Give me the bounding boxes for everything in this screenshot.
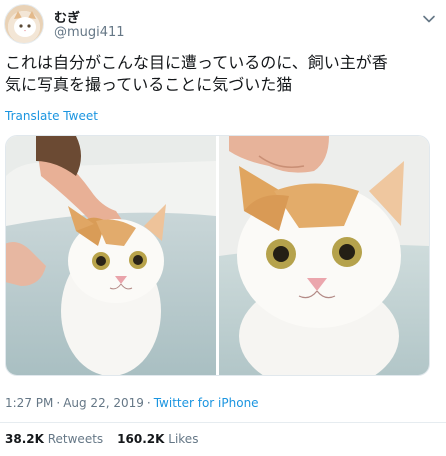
meta-separator: · [146,396,151,410]
likes-count: 160.2K [117,432,165,446]
meta-separator: · [56,396,61,410]
likes-stat[interactable]: 160.2K Likes [117,432,198,446]
tweet-card: むぎ @mugi411 これは自分がこんな目に遭っているのに、飼い主が香 気に写… [0,0,446,456]
tweet-media [5,135,430,376]
display-name[interactable]: むぎ [54,7,80,26]
retweets-label: Retweets [47,432,104,446]
photo-cat-in-bath-left[interactable] [6,136,216,375]
retweets-stat[interactable]: 38.2K Retweets [5,432,103,446]
likes-label: Likes [168,432,199,446]
tweet-source-link[interactable]: Twitter for iPhone [154,396,259,410]
retweets-count: 38.2K [5,432,44,446]
user-handle[interactable]: @mugi411 [54,25,125,40]
tweet-date[interactable]: Aug 22, 2019 [63,396,144,410]
photo-cat-in-bath-right[interactable] [219,136,429,375]
avatar[interactable] [4,4,44,44]
chevron-down-icon[interactable] [420,10,438,28]
tweet-stats: 38.2K Retweets 160.2K Likes [5,432,198,446]
translate-tweet-link[interactable]: Translate Tweet [5,109,98,123]
tweet-text-line: これは自分がこんな目に遭っているのに、飼い主が香 [5,53,388,72]
cat-avatar-icon [14,11,36,37]
tweet-time[interactable]: 1:27 PM [5,396,53,410]
tweet-timestamp: 1:27 PM · Aug 22, 2019 · Twitter for iPhone [5,396,259,410]
divider [0,422,446,423]
tweet-header: むぎ @mugi411 [4,4,442,46]
tweet-text: これは自分がこんな目に遭っているのに、飼い主が香 気に写真を撮っていることに気づ… [5,52,437,96]
tweet-text-line: 気に写真を撮っていることに気づいた猫 [5,75,293,94]
